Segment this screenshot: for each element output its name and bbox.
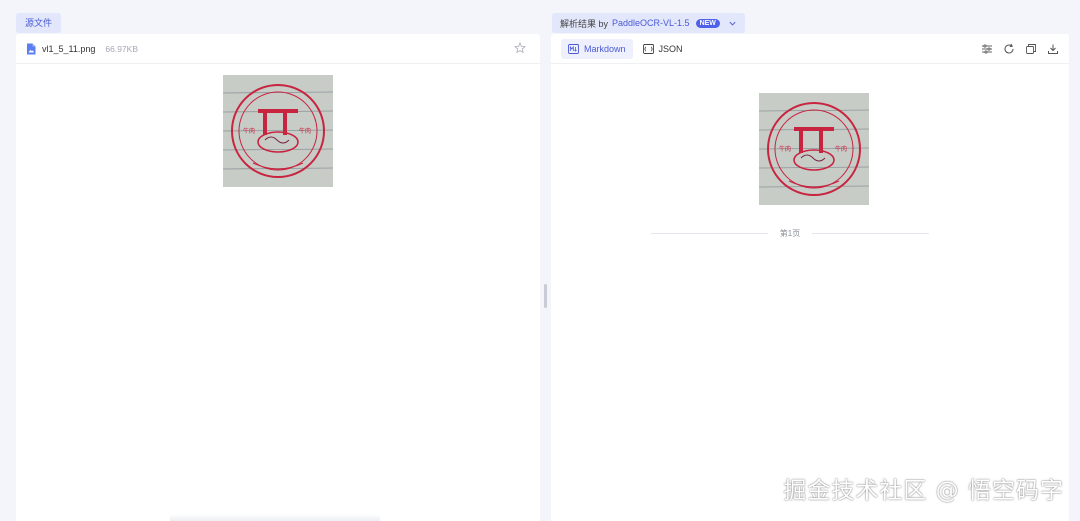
- page-separator-line: [651, 232, 768, 234]
- tab-markdown-label: Markdown: [584, 43, 626, 54]
- panel-resize-handle[interactable]: [544, 284, 547, 308]
- svg-text:牛肉: 牛肉: [835, 145, 847, 153]
- download-icon[interactable]: [1047, 43, 1059, 55]
- svg-text:牛肉: 牛肉: [779, 145, 791, 153]
- tab-json-label: JSON: [658, 43, 683, 54]
- result-panel-header: Markdown JSON: [551, 34, 1069, 64]
- page-separator: 第1页: [651, 227, 930, 239]
- source-panel: vl1_5_11.png 66.97KB 牛肉 牛肉: [16, 34, 540, 521]
- markdown-icon: [568, 43, 579, 54]
- page-number-label: 第1页: [779, 228, 801, 238]
- tab-markdown[interactable]: Markdown: [561, 38, 633, 59]
- tab-json[interactable]: JSON: [636, 39, 690, 59]
- watermark-text: 掘金技术社区 @ 悟空码字: [783, 478, 1064, 504]
- source-image-stamp: 牛肉 牛肉: [223, 75, 333, 187]
- image-file-icon: [26, 43, 36, 55]
- json-icon: [642, 43, 654, 54]
- svg-text:牛肉: 牛肉: [243, 127, 255, 135]
- result-tag-prefix: 解析结果 by: [560, 18, 609, 29]
- model-name: PaddleOCR-VL-1.5: [612, 18, 690, 28]
- page-separator-line: [812, 232, 930, 234]
- copy-icon[interactable]: [1025, 43, 1037, 55]
- result-image-stamp: 牛肉 牛肉: [759, 93, 869, 205]
- source-panel-header: vl1_5_11.png 66.97KB: [16, 34, 540, 64]
- settings-sliders-icon[interactable]: [981, 43, 993, 55]
- new-badge: NEW: [695, 18, 720, 28]
- file-name: vl1_5_11.png: [42, 43, 96, 54]
- result-toolbar: [981, 43, 1059, 55]
- result-model-selector[interactable]: 解析结果 by PaddleOCR-VL-1.5 NEW: [552, 13, 745, 33]
- star-icon[interactable]: [514, 42, 526, 54]
- app-root: 源文件 解析结果 by PaddleOCR-VL-1.5 NEW vl1_5_1…: [0, 0, 1080, 521]
- chevron-down-icon[interactable]: [728, 19, 737, 28]
- source-file-tag[interactable]: 源文件: [16, 13, 62, 33]
- file-size: 66.97KB: [105, 43, 139, 54]
- svg-text:牛肉: 牛肉: [299, 127, 311, 135]
- result-panel: Markdown JSON 牛肉 牛肉 第1页: [551, 34, 1069, 521]
- refresh-icon[interactable]: [1003, 43, 1015, 55]
- scroll-shadow: [170, 514, 380, 521]
